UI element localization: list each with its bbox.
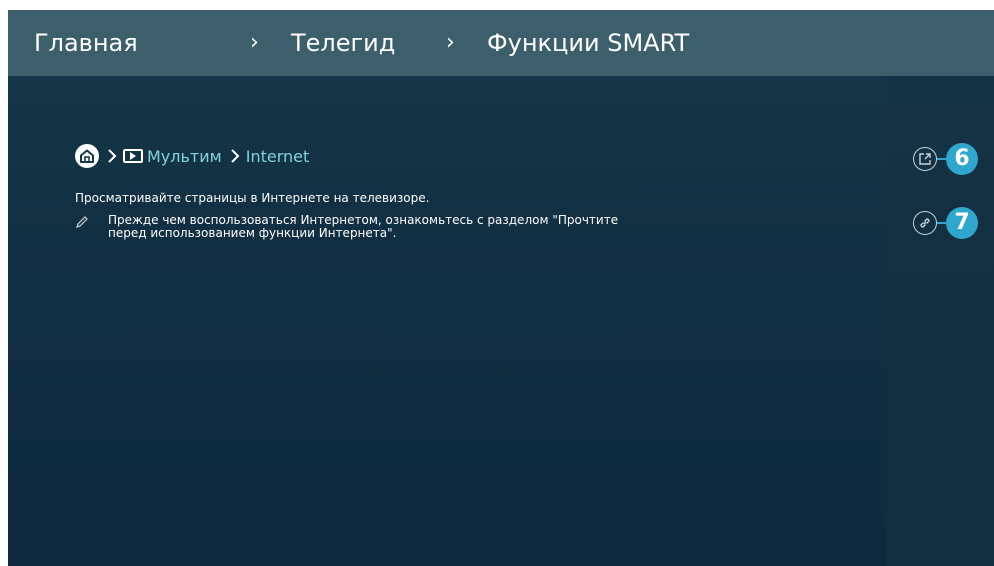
- link-button[interactable]: 7: [913, 207, 978, 239]
- path-item-multimedia[interactable]: Мультим: [147, 147, 222, 166]
- callout-number-7: 7: [946, 207, 978, 239]
- callout-line: [937, 222, 946, 224]
- note: Прежде чем воспользоваться Интернетом, о…: [75, 214, 715, 240]
- tv-play-icon: [123, 149, 143, 163]
- external-link-icon: [913, 147, 937, 171]
- chevron-right-icon: [107, 148, 117, 164]
- home-icon: [75, 144, 99, 168]
- chevron-right-icon: [230, 148, 240, 164]
- callout-number-6: 6: [946, 143, 978, 175]
- breadcrumb-bar: Главная › Телегид › Функции SMART: [8, 10, 994, 76]
- path-item-internet[interactable]: Internet: [246, 147, 310, 166]
- open-link-button[interactable]: 6: [913, 143, 978, 175]
- link-icon: [913, 211, 937, 235]
- breadcrumb-tv-guide[interactable]: Телегид: [291, 28, 395, 58]
- pencil-icon: [75, 215, 89, 232]
- tv-manual-screen: Главная › Телегид › Функции SMART Мульти…: [8, 10, 994, 566]
- breadcrumb-separator: ›: [446, 30, 455, 55]
- note-line-2: перед использованием функции Интернета".: [108, 226, 397, 240]
- breadcrumb-home[interactable]: Главная: [34, 28, 138, 58]
- breadcrumb-separator: ›: [250, 30, 259, 55]
- callout-line: [937, 158, 946, 160]
- menu-path: Мультим Internet: [75, 144, 309, 168]
- description-text: Просматривайте страницы в Интернете на т…: [75, 191, 430, 205]
- breadcrumb-smart-features[interactable]: Функции SMART: [487, 28, 689, 58]
